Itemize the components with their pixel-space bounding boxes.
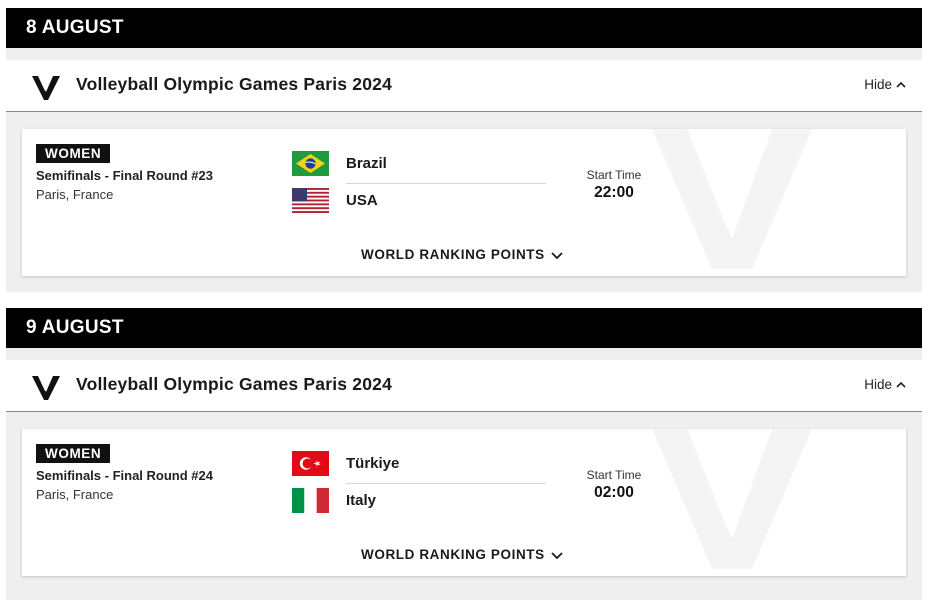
brazil-flag-icon	[292, 150, 329, 176]
hide-button[interactable]: Hide	[864, 377, 906, 392]
match-venue: Paris, France	[36, 487, 114, 502]
hide-button[interactable]: Hide	[864, 77, 906, 92]
competition-header: Volleyball Olympic Games Paris 2024 Hide	[6, 60, 922, 112]
chevron-down-icon	[551, 251, 563, 259]
world-ranking-points-label: WORLD RANKING POINTS	[361, 247, 545, 262]
hide-label: Hide	[864, 77, 892, 92]
match-round: Semifinals - Final Round #23	[36, 168, 213, 183]
turkiye-flag-icon	[292, 450, 329, 476]
team-away[interactable]: USA	[292, 187, 378, 213]
category-badge: WOMEN	[36, 144, 111, 163]
vw-logo-icon	[32, 76, 60, 100]
day-section-9-august: 9 AUGUST Volleyball Olympic Games Paris …	[6, 308, 922, 600]
start-time-label: Start Time	[586, 468, 642, 482]
team-home[interactable]: Türkiye	[292, 450, 399, 476]
vw-logo-icon	[32, 376, 60, 400]
vw-watermark-icon	[652, 129, 812, 269]
team-name: Türkiye	[346, 454, 400, 472]
team-home[interactable]: Brazil	[292, 150, 387, 176]
chevron-up-icon	[896, 381, 906, 388]
world-ranking-points-label: WORLD RANKING POINTS	[361, 547, 545, 562]
competition-header: Volleyball Olympic Games Paris 2024 Hide	[6, 360, 922, 412]
day-section-8-august: 8 AUGUST Volleyball Olympic Games Paris …	[6, 8, 922, 292]
match-venue: Paris, France	[36, 187, 114, 202]
date-header: 9 AUGUST	[6, 308, 922, 348]
start-time-value: 02:00	[594, 484, 634, 501]
world-ranking-points-toggle[interactable]: WORLD RANKING POINTS	[361, 247, 563, 262]
match-card[interactable]: WOMEN Semifinals - Final Round #23 Paris…	[22, 129, 906, 276]
team-name: Italy	[346, 491, 377, 509]
italy-flag-icon	[292, 487, 329, 513]
match-round: Semifinals - Final Round #24	[36, 468, 213, 483]
start-time-label: Start Time	[586, 168, 642, 182]
competition-title: Volleyball Olympic Games Paris 2024	[76, 374, 393, 394]
world-ranking-points-toggle[interactable]: WORLD RANKING POINTS	[361, 547, 563, 562]
start-time-value: 22:00	[594, 184, 634, 201]
team-divider	[346, 183, 546, 184]
usa-flag-icon	[292, 187, 329, 213]
date-header: 8 AUGUST	[6, 8, 922, 48]
category-badge: WOMEN	[36, 444, 111, 463]
match-card[interactable]: WOMEN Semifinals - Final Round #24 Paris…	[22, 429, 906, 576]
chevron-down-icon	[551, 551, 563, 559]
team-name: USA	[346, 191, 378, 209]
team-name: Brazil	[346, 154, 387, 172]
team-divider	[346, 483, 546, 484]
chevron-up-icon	[896, 81, 906, 88]
hide-label: Hide	[864, 377, 892, 392]
team-away[interactable]: Italy	[292, 487, 376, 513]
vw-watermark-icon	[652, 429, 812, 569]
competition-title: Volleyball Olympic Games Paris 2024	[76, 74, 393, 94]
